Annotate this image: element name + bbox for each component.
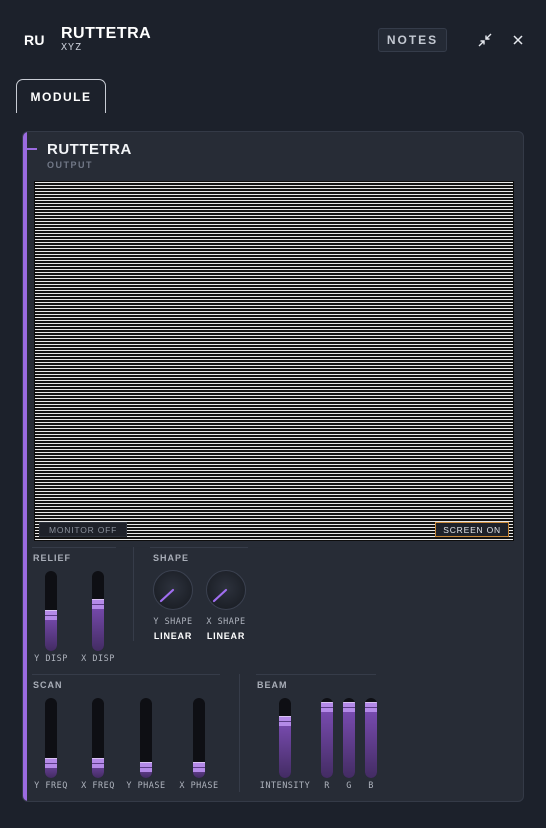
slider-thumb[interactable] — [321, 702, 333, 712]
notes-button[interactable]: NOTES — [378, 28, 447, 52]
module-subtitle: OUTPUT — [47, 160, 93, 170]
y-freq-label: Y FREQ — [34, 781, 68, 791]
y-shape-knob-indicator-icon — [159, 588, 175, 603]
intensity-label: INTENSITY — [259, 781, 311, 791]
y-disp-slider[interactable] — [45, 571, 57, 651]
y-freq-slider[interactable] — [45, 698, 57, 778]
monitor-off-button[interactable]: MONITOR OFF — [39, 522, 128, 537]
shape-label: SHAPE — [153, 553, 190, 563]
y-shape-knob[interactable] — [153, 570, 193, 610]
y-phase-label: Y PHASE — [126, 781, 166, 791]
x-freq-slider[interactable] — [92, 698, 104, 778]
x-phase-label: X PHASE — [179, 781, 219, 791]
slider-thumb[interactable] — [193, 762, 205, 772]
slider-thumb[interactable] — [92, 758, 104, 768]
shape-section-divider — [150, 547, 248, 548]
tab-module[interactable]: MODULE — [16, 79, 106, 113]
x-disp-label: X DISP — [81, 654, 115, 664]
module-title: RUTTETRA — [47, 141, 132, 158]
slider-fill — [365, 702, 377, 778]
beam-section-divider — [256, 674, 376, 675]
slider-thumb[interactable] — [279, 716, 291, 726]
y-shape-value: LINEAR — [153, 631, 193, 641]
relief-section-divider — [32, 547, 116, 548]
output-screen: MONITOR OFF SCREEN ON — [34, 181, 514, 541]
slider-fill — [321, 702, 333, 778]
x-shape-knob[interactable] — [206, 570, 246, 610]
slider-thumb[interactable] — [140, 762, 152, 772]
x-shape-value: LINEAR — [206, 631, 246, 641]
y-shape-label: Y SHAPE — [153, 617, 193, 627]
relief-label: RELIEF — [33, 553, 72, 563]
slider-fill — [343, 702, 355, 778]
g-label: G — [346, 781, 352, 791]
beam-label: BEAM — [257, 680, 288, 690]
slider-thumb[interactable] — [45, 758, 57, 768]
close-icon[interactable] — [509, 31, 527, 49]
r-slider[interactable] — [321, 698, 333, 778]
minimize-icon[interactable] — [476, 31, 494, 49]
r-label: R — [324, 781, 330, 791]
scan-beam-separator — [239, 674, 240, 792]
module-panel: RUTTETRA OUTPUT MONITOR OFF SCREEN ON RE… — [22, 131, 524, 802]
x-phase-slider[interactable] — [193, 698, 205, 778]
relief-shape-separator — [133, 547, 134, 641]
x-disp-slider[interactable] — [92, 571, 104, 651]
b-label: B — [368, 781, 374, 791]
app-badge: RU — [24, 32, 45, 48]
y-phase-slider[interactable] — [140, 698, 152, 778]
screen-on-button[interactable]: SCREEN ON — [435, 522, 509, 537]
slider-thumb[interactable] — [343, 702, 355, 712]
intensity-slider[interactable] — [279, 698, 291, 778]
g-slider[interactable] — [343, 698, 355, 778]
scan-section-divider — [32, 674, 220, 675]
y-disp-label: Y DISP — [34, 654, 68, 664]
accent-bar — [23, 132, 27, 801]
app-subtitle: XYZ — [61, 42, 83, 53]
x-shape-label: X SHAPE — [206, 617, 246, 627]
slider-thumb[interactable] — [92, 599, 104, 609]
x-shape-knob-indicator-icon — [212, 588, 228, 603]
accent-tick — [27, 148, 37, 150]
slider-thumb[interactable] — [365, 702, 377, 712]
x-freq-label: X FREQ — [81, 781, 115, 791]
slider-thumb[interactable] — [45, 610, 57, 620]
header: RU RUTTETRA XYZ NOTES — [0, 0, 546, 78]
scan-label: SCAN — [33, 680, 63, 690]
b-slider[interactable] — [365, 698, 377, 778]
app-title: RUTTETRA — [61, 25, 152, 42]
